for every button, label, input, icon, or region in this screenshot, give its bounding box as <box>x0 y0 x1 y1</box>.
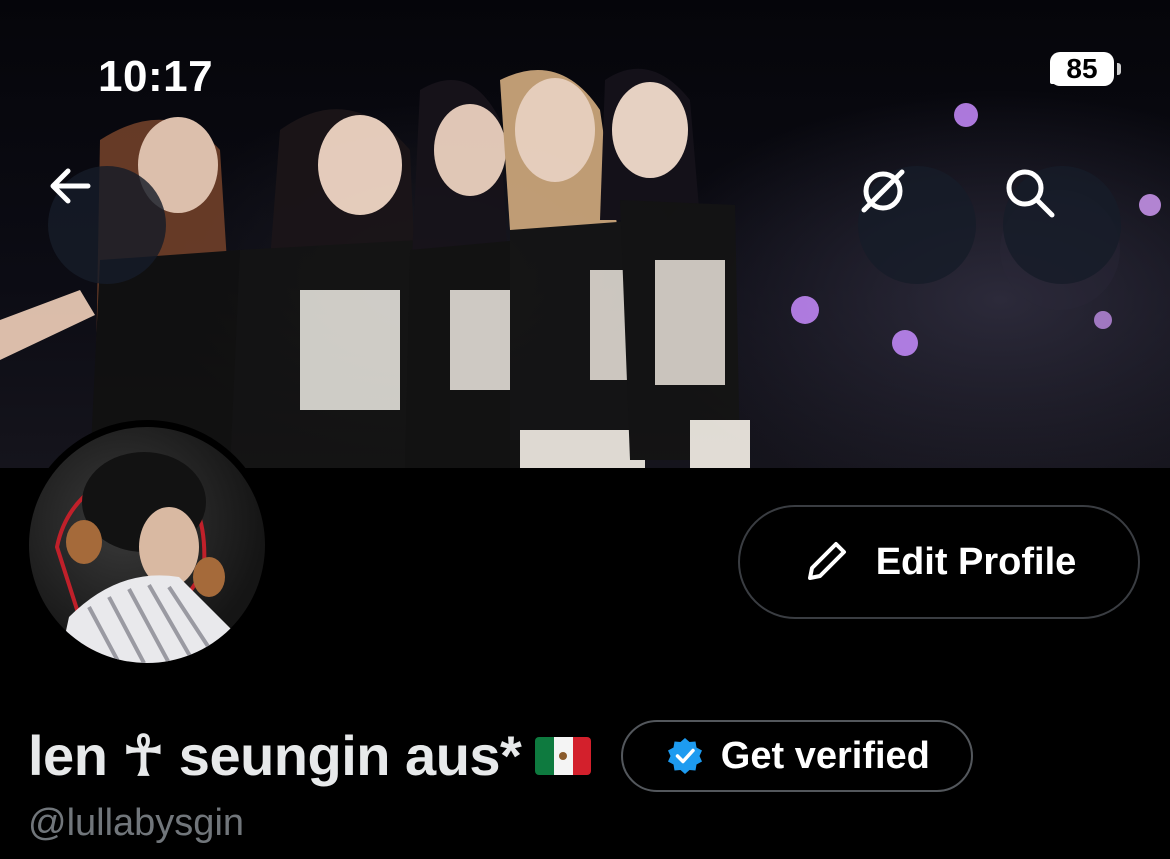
verified-badge-icon <box>667 738 702 774</box>
display-name: len ☥ seungin aus* <box>28 724 522 787</box>
profile-handle: @lullabysgin <box>28 802 245 844</box>
search-button[interactable] <box>1003 166 1121 284</box>
profile-avatar[interactable] <box>22 420 272 670</box>
get-verified-button[interactable]: Get verified <box>621 720 974 792</box>
get-verified-label: Get verified <box>720 734 930 777</box>
status-time: 10:17 <box>98 52 214 101</box>
slash-circle-icon <box>861 169 905 213</box>
back-button[interactable] <box>48 166 166 284</box>
grok-button[interactable] <box>858 166 976 284</box>
pencil-icon <box>807 542 846 580</box>
edit-profile-button[interactable]: Edit Profile <box>738 505 1140 619</box>
search-icon <box>1006 169 1055 218</box>
status-indicators: 85 <box>1050 52 1121 86</box>
mexico-flag-icon <box>535 737 592 775</box>
battery-indicator: 85 <box>1050 52 1121 86</box>
profile-banner[interactable]: 10:17 85 <box>0 0 1170 468</box>
edit-profile-label: Edit Profile <box>875 540 1077 583</box>
profile-name-row: len ☥ seungin aus* Get verified <box>28 720 974 792</box>
avatar-image <box>29 427 265 663</box>
arrow-left-icon <box>50 168 91 204</box>
